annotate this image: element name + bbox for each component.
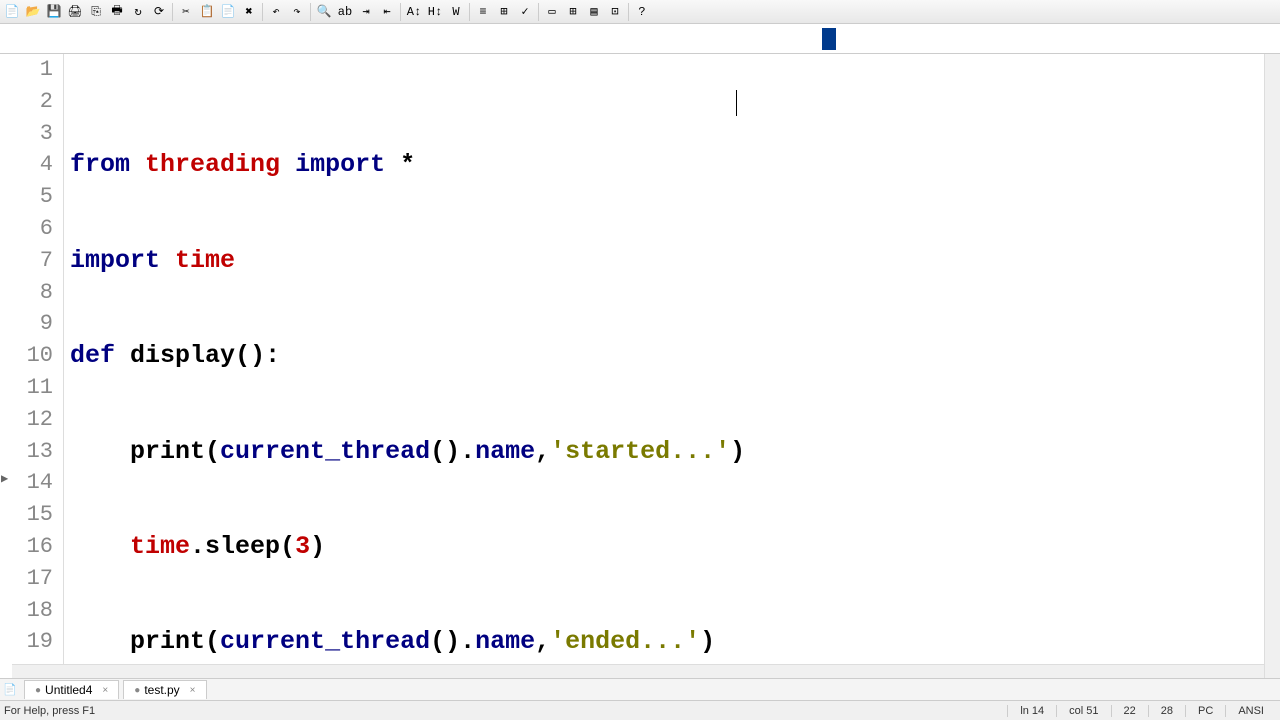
toolbar-button[interactable]: ≡ <box>473 2 493 22</box>
document-tabs: 📄 ● Untitled4 × ● test.py × <box>0 678 1280 700</box>
toolbar-button[interactable]: ↷ <box>287 2 307 22</box>
modified-dot-icon: ● <box>134 685 140 696</box>
code-area[interactable]: from threading import * import time def … <box>64 54 1280 678</box>
toolbar: 📄📂💾🖨⎘🖶↻⟳✂📋📄✖↶↷🔍ab⇥⇤A↕H↕W≡⊞✓▭⊞▤⊡? <box>0 0 1280 24</box>
close-icon[interactable]: × <box>102 685 108 696</box>
toolbar-button[interactable]: 📂 <box>23 2 43 22</box>
editor[interactable]: 12345678910111213141516171819 from threa… <box>0 54 1280 678</box>
toolbar-button[interactable]: ▭ <box>542 2 562 22</box>
toolbar-button[interactable]: ⇥ <box>356 2 376 22</box>
status-lines: 28 <box>1148 705 1185 717</box>
toolbar-button[interactable]: 🔍 <box>314 2 334 22</box>
status-col: col 51 <box>1056 705 1110 717</box>
toolbar-button[interactable]: ✂ <box>176 2 196 22</box>
toolbar-button[interactable]: 📄 <box>2 2 22 22</box>
toolbar-button[interactable]: ⎘ <box>86 2 106 22</box>
toolbar-button[interactable]: 💾 <box>44 2 64 22</box>
status-help: For Help, press F1 <box>4 705 1007 717</box>
line-number-gutter: 12345678910111213141516171819 <box>0 54 64 678</box>
status-line: ln 14 <box>1007 705 1056 717</box>
status-sel: 22 <box>1111 705 1148 717</box>
status-encoding: ANSI <box>1225 705 1276 717</box>
toolbar-button[interactable]: ↻ <box>128 2 148 22</box>
toolbar-button[interactable]: ⊡ <box>605 2 625 22</box>
toolbar-button[interactable]: ab <box>335 2 355 22</box>
toolbar-button[interactable]: ? <box>632 2 652 22</box>
tab-untitled4[interactable]: ● Untitled4 × <box>24 680 119 699</box>
status-bar: For Help, press F1 ln 14 col 51 22 28 PC… <box>0 700 1280 720</box>
toolbar-button[interactable]: W <box>446 2 466 22</box>
vertical-scrollbar[interactable] <box>1264 54 1280 678</box>
status-mode: PC <box>1185 705 1225 717</box>
toolbar-button[interactable]: ⟳ <box>149 2 169 22</box>
toolbar-button[interactable]: 🖨 <box>65 2 85 22</box>
toolbar-button[interactable]: 📋 <box>197 2 217 22</box>
toolbar-button[interactable]: ▤ <box>584 2 604 22</box>
close-icon[interactable]: × <box>190 685 196 696</box>
toolbar-button[interactable]: ⇤ <box>377 2 397 22</box>
ruler: ----+----1----+----2----+----3----+----4… <box>0 24 1280 54</box>
tab-test-py[interactable]: ● test.py × <box>123 680 206 699</box>
toolbar-button[interactable]: 📄 <box>218 2 238 22</box>
toolbar-button[interactable]: A↕ <box>404 2 424 22</box>
toolbar-button[interactable]: ↶ <box>266 2 286 22</box>
toolbar-button[interactable]: H↕ <box>425 2 445 22</box>
horizontal-scrollbar[interactable] <box>12 664 1264 678</box>
toolbar-button[interactable]: ⊞ <box>563 2 583 22</box>
toolbar-button[interactable]: ✓ <box>515 2 535 22</box>
toolbar-button[interactable]: ⊞ <box>494 2 514 22</box>
text-caret <box>736 90 737 116</box>
toolbar-button[interactable]: 🖶 <box>107 2 127 22</box>
toolbar-button[interactable]: ✖ <box>239 2 259 22</box>
ruler-marker <box>822 28 836 50</box>
current-line-arrow: ▶ <box>1 471 8 486</box>
modified-dot-icon: ● <box>35 685 41 696</box>
